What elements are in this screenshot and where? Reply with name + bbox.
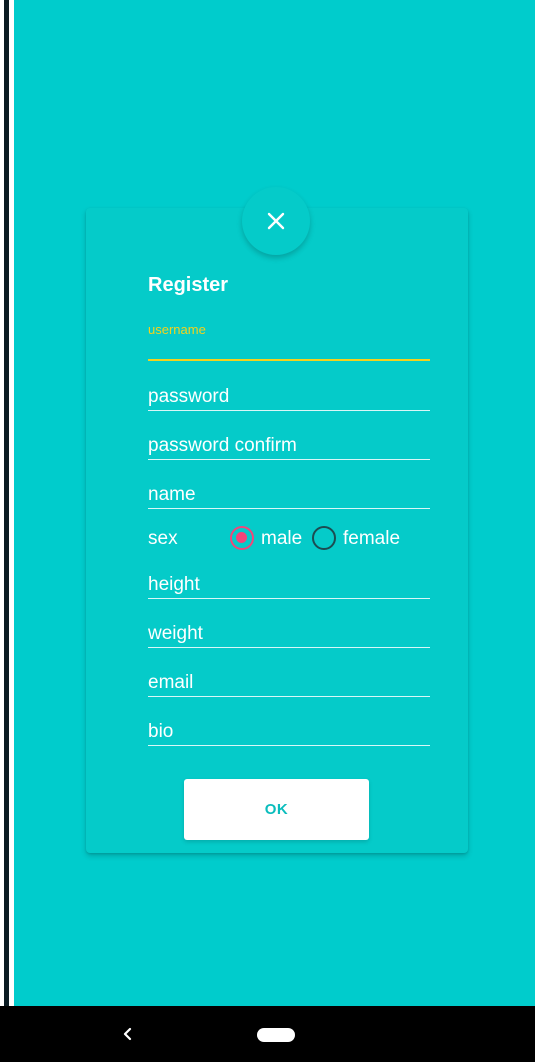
home-pill-icon[interactable] (257, 1028, 295, 1042)
bio-hint: bio (148, 721, 174, 742)
password-confirm-hint: password confirm (148, 435, 297, 456)
radio-male[interactable] (230, 526, 254, 550)
radio-male-label[interactable]: male (261, 528, 302, 550)
email-hint: email (148, 672, 194, 693)
height-field[interactable]: height (148, 573, 430, 600)
radio-female[interactable] (312, 526, 336, 550)
radio-female-label[interactable]: female (343, 528, 400, 550)
weight-field[interactable]: weight (148, 622, 430, 649)
weight-underline (148, 647, 430, 648)
dialog-title: Register (148, 274, 229, 296)
email-underline (148, 696, 430, 697)
left-edge-bar (4, 0, 9, 1006)
username-field[interactable]: username (148, 322, 430, 362)
name-hint: name (148, 484, 196, 505)
left-edge (0, 0, 14, 1006)
username-underline (148, 359, 430, 361)
bio-field[interactable]: bio (148, 720, 430, 747)
password-confirm-field[interactable]: password confirm (148, 434, 430, 461)
username-label: username (148, 322, 206, 337)
password-hint: password (148, 386, 230, 407)
height-underline (148, 598, 430, 599)
name-underline (148, 508, 430, 509)
weight-hint: weight (148, 623, 203, 644)
password-field[interactable]: password (148, 385, 430, 412)
password-confirm-underline (148, 459, 430, 460)
sex-label: sex (148, 528, 178, 549)
email-field[interactable]: email (148, 671, 430, 698)
ok-button[interactable]: OK (184, 779, 369, 840)
close-icon (267, 212, 285, 230)
password-underline (148, 410, 430, 411)
name-field[interactable]: name (148, 483, 430, 510)
height-hint: height (148, 574, 200, 595)
back-chevron-icon[interactable] (119, 1023, 137, 1045)
sex-radio-group: sex male female (148, 526, 448, 552)
bio-underline (148, 745, 430, 746)
radio-male-dot (236, 532, 247, 543)
close-button[interactable] (242, 187, 310, 255)
system-nav-bar (0, 1006, 535, 1062)
